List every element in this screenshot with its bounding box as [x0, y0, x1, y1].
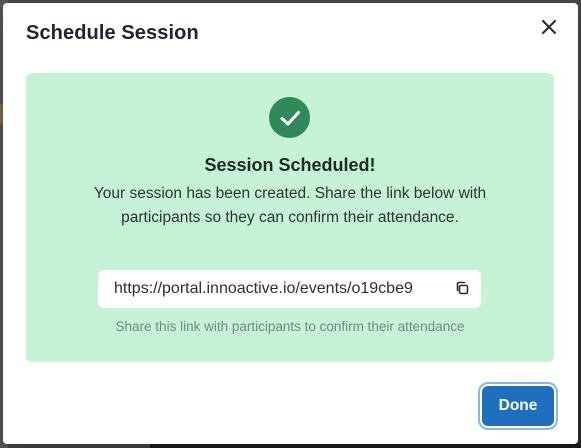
close-icon [542, 19, 556, 37]
success-panel: Session Scheduled! Your session has been… [26, 73, 554, 362]
success-heading: Session Scheduled! [204, 155, 376, 175]
done-button[interactable]: Done [482, 386, 554, 426]
copy-link-button[interactable] [453, 280, 471, 298]
dialog-title: Schedule Session [26, 22, 199, 44]
share-link-field [98, 270, 481, 308]
background-app-edge-bottom [150, 444, 581, 448]
share-link-input[interactable] [98, 270, 448, 308]
schedule-session-dialog: Schedule Session Session Scheduled! Your… [3, 3, 578, 444]
copy-icon [455, 281, 469, 298]
close-button[interactable] [538, 17, 560, 39]
success-message: Your session has been created. Share the… [93, 185, 487, 226]
check-circle-icon [269, 97, 310, 138]
share-link-helper-text: Share this link with participants to con… [115, 319, 465, 334]
